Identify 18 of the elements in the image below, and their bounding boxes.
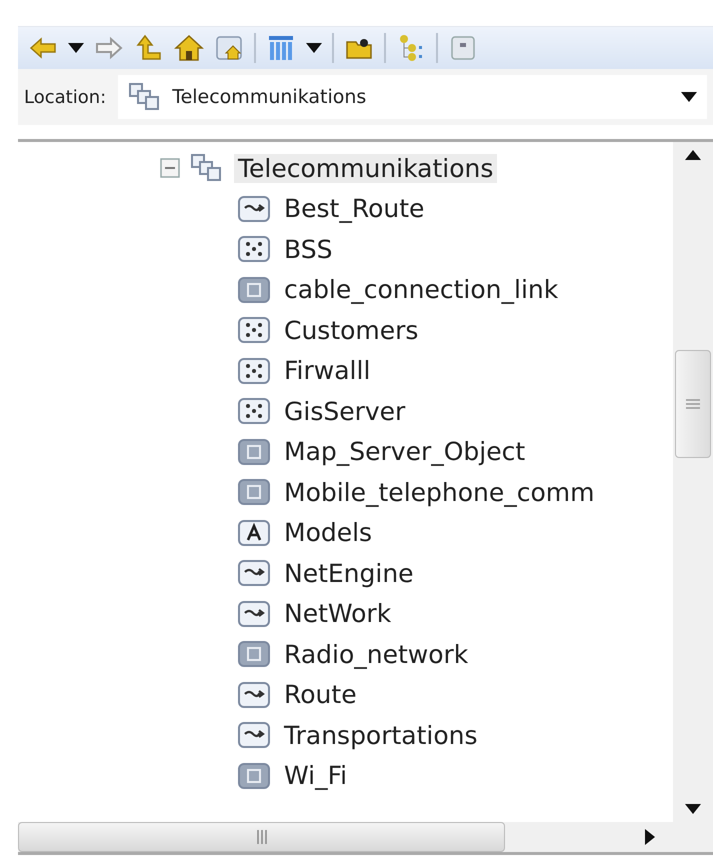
- tree-item[interactable]: Map_Server_Object: [280, 437, 530, 466]
- tree-item[interactable]: Models: [280, 518, 376, 548]
- tree-item[interactable]: NetWork: [280, 599, 396, 628]
- tree-item[interactable]: Route: [280, 680, 361, 710]
- tree-item[interactable]: Best_Route: [280, 194, 428, 224]
- tree-item[interactable]: cable_connection_link: [280, 275, 562, 304]
- tree-item[interactable]: Firwalll: [280, 356, 374, 386]
- tree-item[interactable]: Wi_Fi: [280, 761, 352, 790]
- tree-item[interactable]: Mobile_telephone_comm: [280, 478, 598, 507]
- location-dropdown[interactable]: Telecommunikations: [118, 75, 707, 119]
- tree-item[interactable]: Radio_network: [280, 640, 472, 669]
- tree-item[interactable]: Telecommunikations: [234, 154, 498, 183]
- tree-item[interactable]: NetEngine: [280, 558, 418, 588]
- tree-item[interactable]: BSS: [280, 234, 336, 264]
- tree-item[interactable]: Transportations: [280, 720, 482, 750]
- tree-item[interactable]: Customers: [280, 316, 422, 345]
- location-label: Location:: [24, 86, 106, 108]
- tree-item[interactable]: GisServer: [280, 396, 410, 426]
